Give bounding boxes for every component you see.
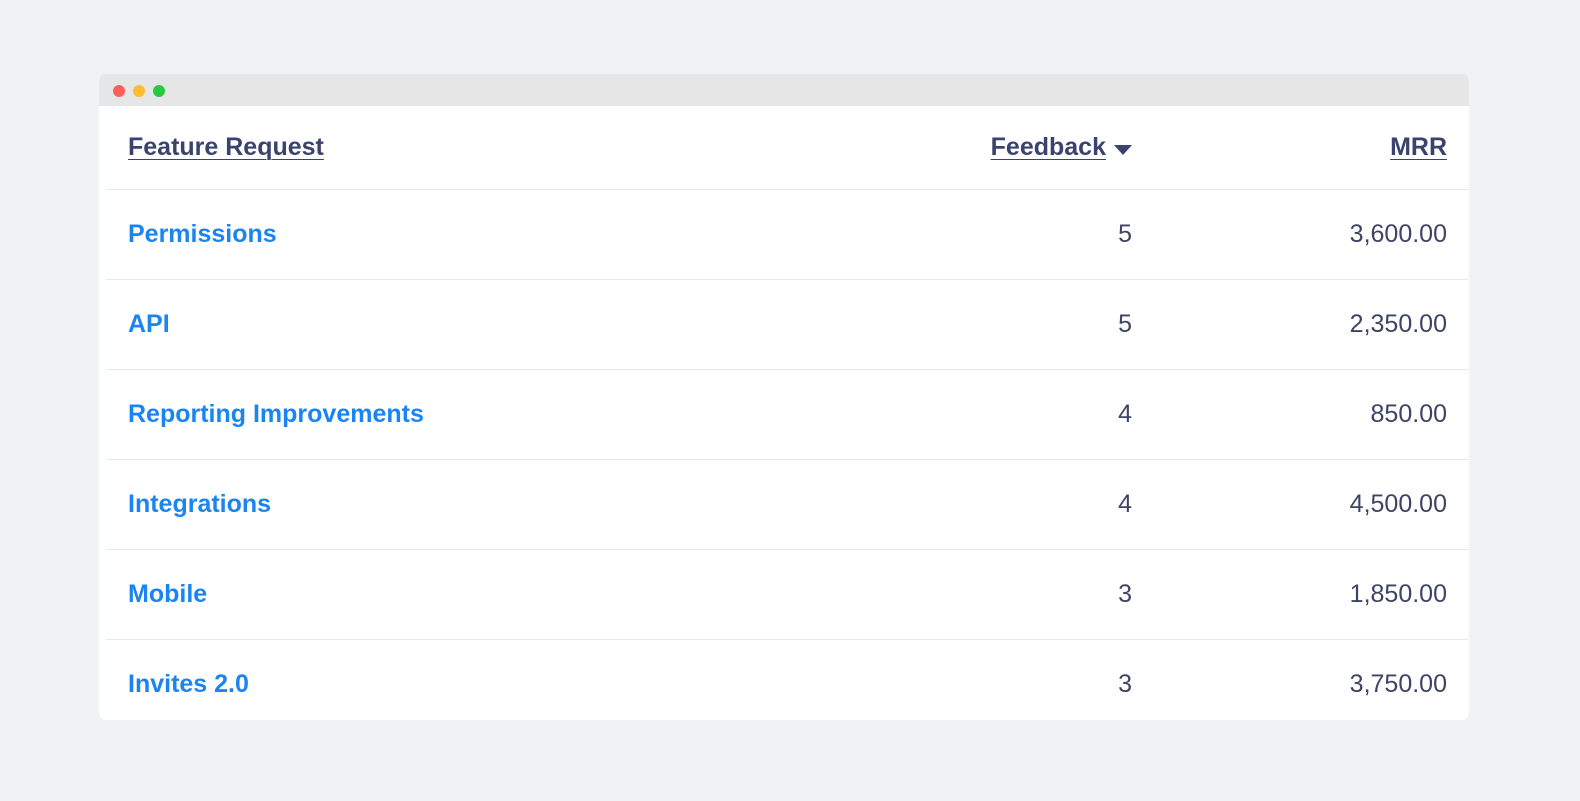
name-cell: Reporting Improvements bbox=[128, 370, 424, 459]
window-titlebar bbox=[99, 74, 1469, 106]
sort-by-feedback-link[interactable]: Feedback bbox=[991, 133, 1106, 162]
mrr-value: 850.00 bbox=[1370, 400, 1447, 428]
table-row: Invites 2.0 3 3,750.00 bbox=[106, 640, 1468, 720]
feedback-cell: 3 bbox=[1118, 550, 1132, 639]
feedback-cell: 4 bbox=[1118, 460, 1132, 549]
sort-by-mrr-link[interactable]: MRR bbox=[1390, 133, 1447, 162]
feedback-count: 3 bbox=[1118, 670, 1132, 698]
feature-request-link[interactable]: Invites 2.0 bbox=[128, 670, 249, 699]
feature-requests-table: Feature Request Feedback MRR Permissions… bbox=[106, 106, 1468, 720]
feedback-count: 4 bbox=[1118, 400, 1132, 428]
caret-down-icon[interactable] bbox=[1114, 144, 1132, 155]
header-cell-mrr: MRR bbox=[1390, 106, 1447, 189]
minimize-window-button[interactable] bbox=[133, 85, 145, 97]
mrr-cell: 1,850.00 bbox=[1350, 550, 1447, 639]
close-window-button[interactable] bbox=[113, 85, 125, 97]
feedback-cell: 5 bbox=[1118, 280, 1132, 369]
name-cell: Permissions bbox=[128, 190, 277, 279]
mrr-cell: 2,350.00 bbox=[1350, 280, 1447, 369]
feature-request-link[interactable]: API bbox=[128, 310, 170, 339]
name-cell: Invites 2.0 bbox=[128, 640, 249, 720]
sort-by-feature-request-link[interactable]: Feature Request bbox=[128, 133, 324, 162]
name-cell: Integrations bbox=[128, 460, 271, 549]
mrr-cell: 850.00 bbox=[1371, 370, 1447, 459]
table-header-row: Feature Request Feedback MRR bbox=[106, 106, 1468, 190]
feature-request-link[interactable]: Permissions bbox=[128, 220, 277, 249]
mrr-cell: 4,500.00 bbox=[1350, 460, 1447, 549]
table-row: Integrations 4 4,500.00 bbox=[106, 460, 1468, 550]
header-cell-feedback: Feedback bbox=[991, 106, 1132, 189]
feedback-count: 5 bbox=[1118, 310, 1132, 338]
feedback-count: 3 bbox=[1118, 580, 1132, 608]
mrr-value: 4,500.00 bbox=[1349, 490, 1447, 518]
mrr-value: 3,750.00 bbox=[1349, 670, 1447, 698]
feedback-cell: 3 bbox=[1118, 640, 1132, 720]
mrr-value: 3,600.00 bbox=[1349, 220, 1447, 248]
mrr-cell: 3,750.00 bbox=[1350, 640, 1447, 720]
maximize-window-button[interactable] bbox=[153, 85, 165, 97]
feedback-cell: 5 bbox=[1118, 190, 1132, 279]
mrr-value: 2,350.00 bbox=[1349, 310, 1447, 338]
header-cell-feature-request: Feature Request bbox=[128, 106, 324, 189]
mrr-cell: 3,600.00 bbox=[1350, 190, 1447, 279]
table-row: API 5 2,350.00 bbox=[106, 280, 1468, 370]
feature-request-link[interactable]: Integrations bbox=[128, 490, 271, 519]
mrr-value: 1,850.00 bbox=[1349, 580, 1447, 608]
feedback-cell: 4 bbox=[1118, 370, 1132, 459]
table-row: Mobile 3 1,850.00 bbox=[106, 550, 1468, 640]
app-window: Feature Request Feedback MRR Permissions… bbox=[99, 74, 1469, 720]
name-cell: API bbox=[128, 280, 170, 369]
feature-request-link[interactable]: Reporting Improvements bbox=[128, 400, 424, 429]
table-row: Permissions 5 3,600.00 bbox=[106, 190, 1468, 280]
name-cell: Mobile bbox=[128, 550, 207, 639]
table-row: Reporting Improvements 4 850.00 bbox=[106, 370, 1468, 460]
feedback-count: 4 bbox=[1118, 490, 1132, 518]
feature-request-link[interactable]: Mobile bbox=[128, 580, 207, 609]
feedback-count: 5 bbox=[1118, 220, 1132, 248]
